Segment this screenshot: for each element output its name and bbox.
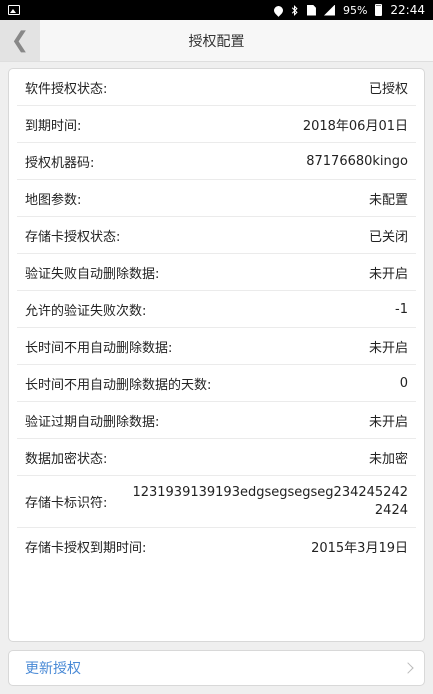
row-value: 已授权 bbox=[368, 81, 408, 97]
row-value: -1 bbox=[395, 301, 408, 317]
row-value: 2015年3月19日 bbox=[311, 541, 408, 556]
title-bar: ❮ 授权配置 bbox=[0, 20, 433, 62]
status-bar: 95% 22:44 bbox=[0, 0, 433, 20]
battery-percent: 95% bbox=[342, 3, 368, 17]
info-row-storage-auth-status: 存储卡授权状态: 已关闭 bbox=[17, 217, 416, 254]
row-value: 未开启 bbox=[368, 266, 408, 282]
info-row-storage-auth-expiry: 存储卡授权到期时间: 2015年3月19日 bbox=[17, 528, 416, 565]
clock: 22:44 bbox=[390, 3, 425, 17]
row-value: 未加密 bbox=[368, 451, 408, 467]
row-label: 验证失败自动删除数据: bbox=[25, 266, 160, 282]
row-label: 到期时间: bbox=[25, 118, 82, 134]
gallery-notification-icon bbox=[8, 5, 20, 15]
row-value: 1231939139193edgsegsegseg2342452422424 bbox=[132, 484, 408, 518]
info-row-encryption-status: 数据加密状态: 未加密 bbox=[17, 439, 416, 476]
row-label: 授权机器码: bbox=[25, 155, 95, 171]
update-authorization-label: 更新授权 bbox=[25, 661, 81, 677]
info-row-idle-delete-days: 长时间不用自动删除数据的天数: 0 bbox=[17, 365, 416, 402]
info-row-machine-code: 授权机器码: 87176680kingo bbox=[17, 143, 416, 180]
row-value: 已关闭 bbox=[368, 229, 408, 245]
row-label: 长时间不用自动删除数据的天数: bbox=[25, 377, 212, 393]
row-value: 未开启 bbox=[368, 414, 408, 430]
row-label: 地图参数: bbox=[25, 192, 82, 208]
signal-icon bbox=[323, 4, 335, 16]
row-value: 未配置 bbox=[368, 192, 408, 208]
battery-icon bbox=[375, 4, 383, 16]
bluetooth-icon bbox=[291, 4, 298, 16]
info-row-idle-delete: 长时间不用自动删除数据: 未开启 bbox=[17, 328, 416, 365]
row-label: 存储卡授权到期时间: bbox=[25, 541, 147, 556]
info-row-expiry-date: 到期时间: 2018年06月01日 bbox=[17, 106, 416, 143]
row-label: 软件授权状态: bbox=[25, 81, 108, 97]
row-label: 允许的验证失败次数: bbox=[25, 303, 147, 319]
authorization-info-card: 软件授权状态: 已授权 到期时间: 2018年06月01日 授权机器码: 871… bbox=[8, 68, 425, 642]
status-bar-left bbox=[8, 5, 274, 15]
page-title: 授权配置 bbox=[188, 33, 245, 50]
back-chevron-icon: ❮ bbox=[10, 28, 30, 53]
row-value: 87176680kingo bbox=[306, 153, 408, 169]
row-value: 0 bbox=[399, 375, 408, 391]
row-value: 未开启 bbox=[368, 340, 408, 356]
chevron-right-icon bbox=[402, 662, 414, 674]
row-label: 验证过期自动删除数据: bbox=[25, 414, 160, 430]
info-row-expired-delete: 验证过期自动删除数据: 未开启 bbox=[17, 402, 416, 439]
back-button[interactable]: ❮ bbox=[0, 20, 40, 61]
info-row-verify-fail-delete: 验证失败自动删除数据: 未开启 bbox=[17, 254, 416, 291]
row-label: 数据加密状态: bbox=[25, 451, 108, 467]
status-bar-right: 95% 22:44 bbox=[272, 3, 425, 17]
info-row-map-params: 地图参数: 未配置 bbox=[17, 180, 416, 217]
location-icon bbox=[272, 3, 285, 17]
no-sim-icon bbox=[306, 4, 316, 16]
info-row-storage-card-id: 存储卡标识符: 1231939139193edgsegsegseg2342452… bbox=[17, 476, 416, 528]
info-row-software-auth-status: 软件授权状态: 已授权 bbox=[17, 69, 416, 106]
info-row-allowed-fail-count: 允许的验证失败次数: -1 bbox=[17, 291, 416, 328]
row-label: 存储卡授权状态: bbox=[25, 229, 121, 245]
update-authorization-button[interactable]: 更新授权 bbox=[8, 650, 425, 686]
row-label: 存储卡标识符: bbox=[25, 496, 108, 511]
row-label: 长时间不用自动删除数据: bbox=[25, 340, 173, 356]
row-value: 2018年06月01日 bbox=[302, 118, 408, 134]
